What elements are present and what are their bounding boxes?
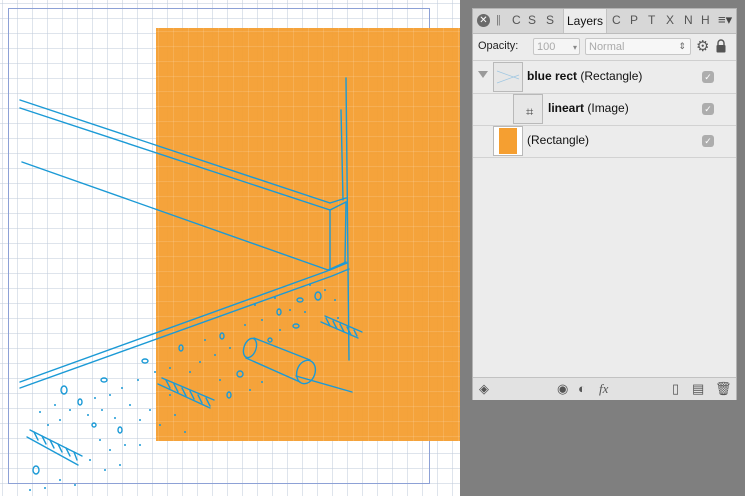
- panel-menu-icon[interactable]: ≡▾: [718, 12, 732, 28]
- tab-swatches[interactable]: S: [528, 13, 536, 27]
- chevron-down-icon[interactable]: ▾: [573, 39, 577, 56]
- layer-thumbnail: [493, 62, 523, 92]
- tab-layers[interactable]: Layers: [563, 9, 607, 33]
- layer-row-lineart[interactable]: ⌗ lineart (Image) ✓: [473, 93, 736, 126]
- blend-mode-value: Normal: [589, 41, 625, 53]
- add-pixel-layer-icon[interactable]: ▤: [692, 381, 704, 397]
- fx-icon[interactable]: fx: [599, 381, 608, 397]
- layer-name-lineart: lineart (Image): [548, 101, 629, 115]
- opacity-label: Opacity:: [478, 40, 519, 52]
- visibility-checkbox[interactable]: ✓: [702, 135, 714, 147]
- stepper-icon: ⇕: [678, 41, 686, 51]
- opacity-row: Opacity: 100 ▾ Normal ⇕ ⚙: [473, 34, 736, 61]
- layer-name-rectangle: (Rectangle): [527, 133, 590, 147]
- mask-icon[interactable]: ◉: [557, 381, 568, 397]
- layer-row-rectangle[interactable]: (Rectangle) ✓: [473, 125, 736, 158]
- tab-x[interactable]: X: [666, 13, 674, 27]
- opacity-input[interactable]: 100 ▾: [533, 38, 580, 55]
- panel-footer: ◈ ◉ ◐ fx ▯ ▤ 🗑: [473, 377, 736, 400]
- layer-thumbnail: [493, 126, 523, 156]
- blend-mode-select[interactable]: Normal ⇕: [585, 38, 691, 55]
- tab-p[interactable]: P: [630, 13, 638, 27]
- panel-tab-bar: ✕ || C S S Layers C P T X N H ≡▾: [473, 9, 736, 34]
- visibility-checkbox[interactable]: ✓: [702, 71, 714, 83]
- adjustment-icon[interactable]: ◐: [578, 381, 586, 396]
- layer-name-blue-rect: blue rect (Rectangle): [527, 69, 643, 83]
- document-canvas[interactable]: [0, 0, 460, 496]
- orange-swatch: [499, 128, 517, 154]
- layer-thumbnail: ⌗: [513, 94, 543, 124]
- disclosure-triangle-icon[interactable]: [478, 71, 488, 78]
- layers-panel: ✕ || C S S Layers C P T X N H ≡▾ Opacity…: [472, 8, 737, 400]
- tab-t[interactable]: T: [648, 13, 655, 27]
- tab-c[interactable]: C: [612, 13, 621, 27]
- tab-h[interactable]: H: [701, 13, 710, 27]
- lineart-thumb-icon: [496, 70, 520, 84]
- drag-grip-icon[interactable]: ||: [496, 14, 501, 26]
- opacity-value: 100: [537, 41, 556, 53]
- visibility-checkbox[interactable]: ✓: [702, 103, 714, 115]
- tab-color[interactable]: C: [512, 13, 521, 27]
- add-layer-icon[interactable]: ▯: [672, 381, 679, 397]
- tab-n[interactable]: N: [684, 13, 693, 27]
- layer-row-blue-rect[interactable]: blue rect (Rectangle) ✓: [473, 61, 736, 94]
- layers-stack-icon[interactable]: ◈: [479, 381, 489, 397]
- tab-stroke[interactable]: S: [546, 13, 554, 27]
- lineart-image[interactable]: [0, 0, 460, 496]
- trash-icon[interactable]: 🗑: [715, 381, 732, 397]
- close-icon[interactable]: ✕: [477, 14, 490, 27]
- crop-icon: ⌗: [526, 104, 534, 119]
- gear-icon[interactable]: ⚙: [696, 37, 709, 55]
- lock-icon[interactable]: [716, 39, 726, 53]
